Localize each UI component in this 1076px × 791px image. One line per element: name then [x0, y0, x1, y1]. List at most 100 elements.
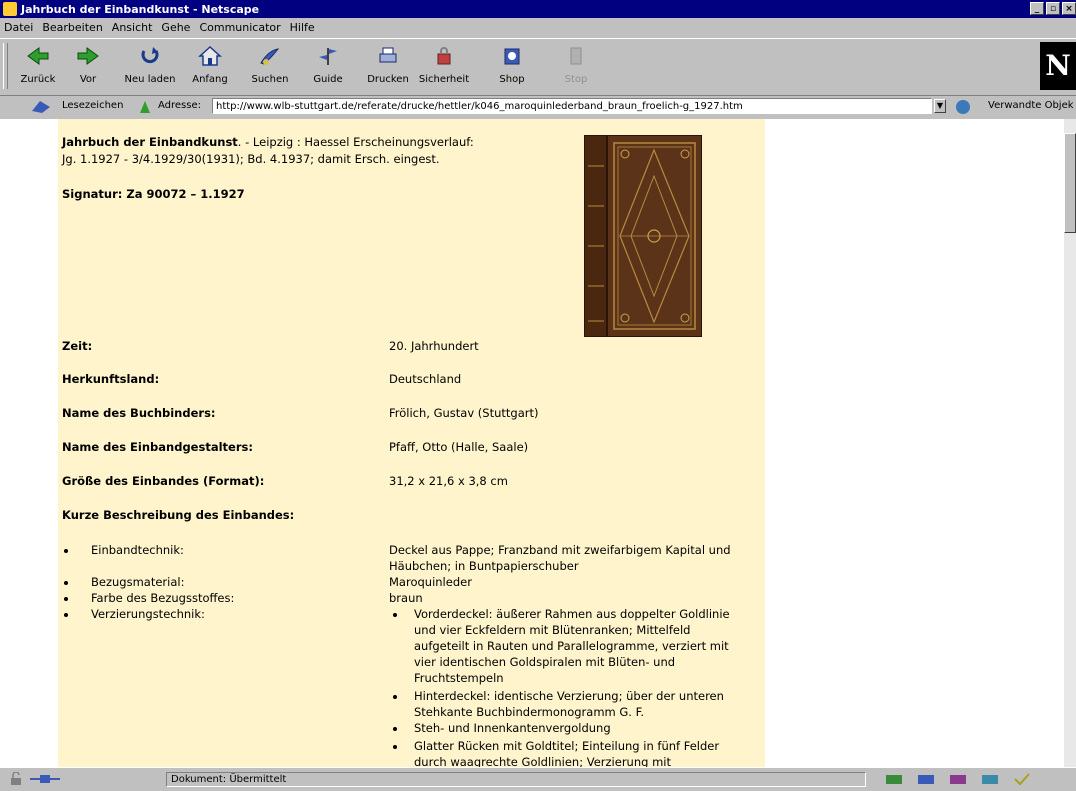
- menu-bar: Datei Bearbeiten Ansicht Gehe Communicat…: [0, 18, 1076, 36]
- netscape-app-icon: [3, 2, 17, 16]
- desc-label: Farbe des Bezugsstoffes:: [91, 591, 235, 605]
- mail-icon[interactable]: [916, 772, 936, 786]
- verzierung-line: Stehkante Buchbindermonogramm G. F.: [414, 705, 645, 719]
- bullet: [393, 695, 397, 699]
- desc-label: Verzierungstechnik:: [91, 607, 205, 621]
- discussion-icon[interactable]: [948, 772, 968, 786]
- menu-hilfe[interactable]: Hilfe: [290, 21, 315, 34]
- book-title: Jahrbuch der Einbandkunst: [62, 135, 238, 149]
- field-label: Name des Einbandgestalters:: [62, 440, 253, 454]
- guide-icon: [319, 48, 337, 65]
- verzierung-line: und vier Eckfeldern mit Blütenranken; Mi…: [414, 623, 691, 637]
- close-button[interactable]: ×: [1062, 2, 1076, 15]
- composer-icon[interactable]: [980, 772, 1000, 786]
- book-cover-image: [584, 135, 702, 337]
- verzierung-line: Fruchtstempeln: [414, 671, 504, 685]
- shop-button[interactable]: Shop: [486, 43, 538, 91]
- forward-label: Vor: [79, 74, 97, 85]
- bullet: [393, 745, 397, 749]
- field-value: 31,2 x 21,6 x 3,8 cm: [389, 474, 508, 488]
- field-label: Größe des Einbandes (Format):: [62, 474, 265, 488]
- field-value: Pfaff, Otto (Halle, Saale): [389, 440, 529, 454]
- search-label: Suchen: [251, 74, 289, 85]
- section-heading: Kurze Beschreibung des Einbandes:: [62, 508, 295, 522]
- back-label: Zurück: [20, 74, 56, 85]
- field-label: Zeit:: [62, 339, 93, 353]
- security-button[interactable]: Sicherheit: [418, 43, 470, 91]
- bullet: [393, 613, 397, 617]
- print-icon: [379, 47, 397, 63]
- scrollbar-thumb[interactable]: [1064, 133, 1076, 233]
- toolbar-grip[interactable]: [3, 43, 8, 89]
- desc-value-line: Deckel aus Pappe; Franzband mit zweifarb…: [389, 543, 731, 557]
- menu-bearbeiten[interactable]: Bearbeiten: [42, 21, 102, 34]
- search-button[interactable]: Suchen: [244, 43, 296, 91]
- menu-ansicht[interactable]: Ansicht: [112, 21, 153, 34]
- search-icon: [260, 48, 280, 65]
- forward-button[interactable]: Vor: [62, 43, 114, 91]
- menu-gehe[interactable]: Gehe: [161, 21, 190, 34]
- maximize-button[interactable]: ▫: [1046, 2, 1060, 15]
- security-status-icon[interactable]: [8, 772, 24, 786]
- book-title-line2: Jg. 1.1927 - 3/4.1929/30(1931); Bd. 4.19…: [62, 152, 440, 166]
- bullet: [393, 727, 397, 731]
- field-value: 20. Jahrhundert: [389, 339, 479, 353]
- verzierung-line: Vorderdeckel: äußerer Rahmen aus doppelt…: [414, 607, 730, 621]
- bullet: [64, 581, 68, 585]
- status-text: Dokument: Übermittelt: [166, 772, 866, 787]
- desc-value-line: braun: [389, 591, 423, 605]
- desc-label: Einbandtechnik:: [91, 543, 184, 557]
- lock-icon: [437, 47, 451, 65]
- verzierung-line: vier identischen Goldspiralen mit Blüten…: [414, 655, 676, 669]
- signatur: Signatur: Za 90072 – 1.1927: [62, 187, 245, 201]
- desc-value-line: Häubchen; in Buntpapierschuber: [389, 559, 579, 573]
- field-value: Deutschland: [389, 372, 462, 386]
- page-viewport: Jahrbuch der Einbandkunst. - Leipzig : H…: [0, 119, 1064, 768]
- bookmarks-button[interactable]: Lesezeichen: [62, 100, 123, 111]
- reload-icon: [141, 47, 159, 64]
- shop-icon: [504, 48, 520, 65]
- status-check-icon[interactable]: [1012, 772, 1032, 786]
- print-label: Drucken: [367, 74, 409, 85]
- vertical-scrollbar[interactable]: [1064, 119, 1076, 768]
- related-objects-button[interactable]: Verwandte Objek: [988, 100, 1074, 111]
- security-label: Sicherheit: [418, 74, 470, 85]
- verzierung-line: aufgeteilt in Rauten und Parallelogramme…: [414, 639, 729, 653]
- print-button[interactable]: Drucken: [362, 43, 414, 91]
- reload-label: Neu laden: [124, 74, 176, 85]
- book-title-rest: . - Leipzig : Haessel Erscheinungsverlau…: [237, 135, 474, 149]
- menu-communicator[interactable]: Communicator: [199, 21, 280, 34]
- shop-label: Shop: [499, 74, 525, 85]
- bullet: [64, 613, 68, 617]
- address-label: Adresse:: [158, 100, 201, 111]
- stop-button[interactable]: Stop: [550, 43, 602, 91]
- status-bar: Dokument: Übermittelt: [0, 767, 1076, 791]
- window-titlebar: Jahrbuch der Einbandkunst - Netscape _ ▫…: [0, 0, 1076, 18]
- home-button[interactable]: Anfang: [184, 43, 236, 91]
- back-button[interactable]: Zurück: [12, 43, 64, 91]
- component-icon[interactable]: [884, 772, 904, 786]
- field-label: Name des Buchbinders:: [62, 406, 216, 420]
- home-label: Anfang: [192, 74, 228, 85]
- guide-button[interactable]: Guide: [302, 43, 354, 91]
- location-icon: [140, 101, 150, 113]
- reload-button[interactable]: Neu laden: [124, 43, 176, 91]
- desc-value-line: Maroquinleder: [389, 575, 472, 589]
- verzierung-line: Hinterdeckel: identische Verzierung; übe…: [414, 689, 724, 703]
- page-background: Jahrbuch der Einbandkunst. - Leipzig : H…: [58, 119, 765, 768]
- address-input[interactable]: http://www.wlb-stuttgart.de/referate/dru…: [212, 98, 932, 114]
- address-dropdown-button[interactable]: ▼: [934, 99, 946, 113]
- stop-icon: [570, 47, 582, 65]
- verzierung-line: Glatter Rücken mit Goldtitel; Einteilung…: [414, 739, 720, 753]
- netscape-logo[interactable]: N: [1040, 42, 1076, 90]
- bullet: [64, 597, 68, 601]
- connection-status-icon: [30, 775, 60, 783]
- desc-label: Bezugsmaterial:: [91, 575, 185, 589]
- field-value: Frölich, Gustav (Stuttgart): [389, 406, 539, 420]
- forward-arrow-icon: [77, 47, 99, 65]
- minimize-button[interactable]: _: [1030, 2, 1044, 15]
- navigation-toolbar: Zurück Vor Neu laden Anfang Suchen Guide…: [0, 38, 1076, 96]
- menu-datei[interactable]: Datei: [4, 21, 33, 34]
- window-title: Jahrbuch der Einbandkunst - Netscape: [21, 2, 260, 16]
- verzierung-line: Steh- und Innenkantenvergoldung: [414, 721, 611, 735]
